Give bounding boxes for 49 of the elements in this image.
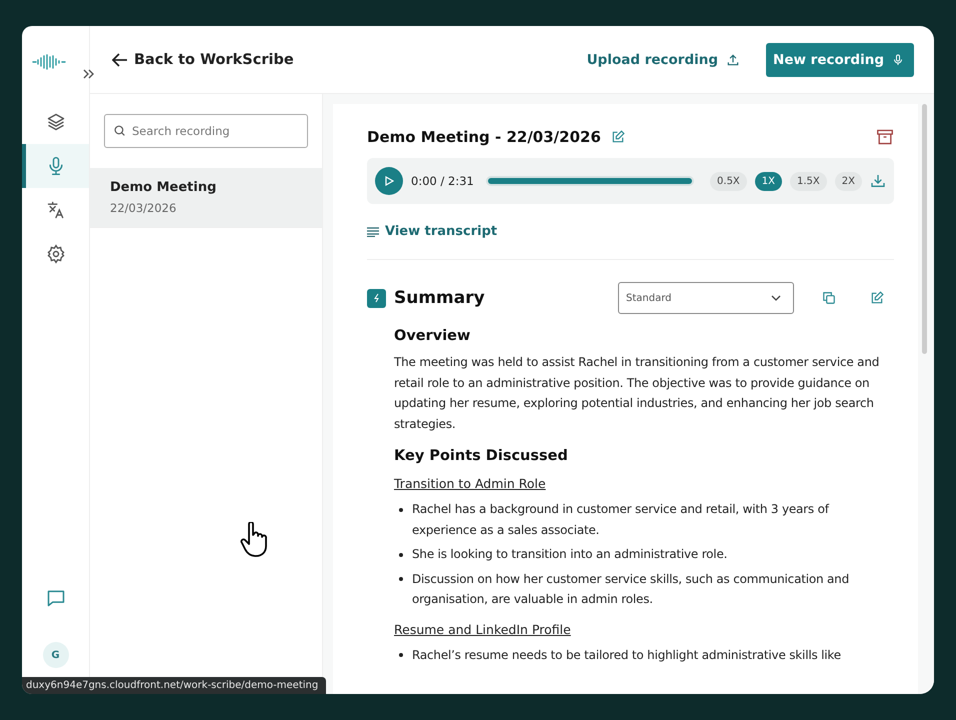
- speed-chip[interactable]: 1.5X: [790, 172, 827, 190]
- recording-date: 22/03/2026: [110, 201, 178, 215]
- playback-time: 0:00 / 2:31: [411, 174, 474, 188]
- edit-icon[interactable]: [870, 291, 884, 305]
- overview-paragraph: The meeting was held to assist Rachel in transitioning from a customer service and retail role to an administrative position. The objective was to provide guidance on updating her resume, exploring potential industries, and enhancing her job search strategies.: [394, 354, 880, 432]
- speed-chip[interactable]: 1X: [754, 172, 782, 190]
- edit-icon[interactable]: [610, 130, 625, 144]
- key-points-heading: Key Points Discussed: [394, 448, 569, 464]
- section-heading: Transition to Admin Role: [394, 476, 547, 491]
- bullet-text: Rachel’s resume needs to be tailored to highlight administrative skills like: [412, 646, 841, 664]
- nav-item[interactable]: [22, 144, 89, 188]
- sparkle-icon: [367, 288, 386, 308]
- back-link[interactable]: Back to WorkScribe: [112, 52, 294, 68]
- recording-title: Demo Meeting: [110, 180, 218, 195]
- hand-cursor-icon: [240, 522, 268, 558]
- bullet-text: Discussion on how her customer service skills, such as communication and organisation, are valuable in admin roles.: [412, 570, 850, 608]
- chevron-down-icon: [771, 295, 781, 301]
- new-recording-button[interactable]: New recording: [766, 42, 914, 76]
- settings-icon: [46, 244, 66, 264]
- bullet-text: She is looking to transition into an administrative role.: [412, 546, 728, 563]
- search-icon: [113, 124, 126, 137]
- archive-icon[interactable]: [876, 129, 894, 145]
- speed-chip[interactable]: 0.5X: [710, 172, 747, 190]
- status-url: duxy6n94e7gns.cloudfront.net/work-scribe/demo-meeting: [22, 677, 326, 694]
- avatar[interactable]: G: [42, 642, 68, 668]
- search-field[interactable]: Search recording: [104, 114, 308, 148]
- play-button[interactable]: [375, 167, 403, 195]
- layers-icon: [46, 112, 66, 132]
- chat-icon[interactable]: [46, 588, 66, 608]
- double-chevron-icon[interactable]: [83, 69, 95, 79]
- upload-button[interactable]: Upload recording: [586, 52, 740, 68]
- arrow-left-icon: [112, 52, 128, 66]
- section-heading: Resume and LinkedIn Profile: [394, 622, 572, 636]
- speed-chip[interactable]: 2X: [834, 172, 862, 190]
- summary-heading: Summary: [394, 288, 485, 308]
- microphone-icon: [892, 52, 904, 68]
- upload-icon: [726, 52, 740, 66]
- translate-icon: [46, 200, 66, 220]
- copy-icon[interactable]: [822, 291, 836, 305]
- lines-icon: [367, 226, 379, 236]
- bullet-text: Rachel has a background in customer service and retail, with 3 years of experience as a sales associate.: [412, 501, 830, 538]
- play-icon: [384, 176, 394, 186]
- download-icon[interactable]: [870, 173, 886, 189]
- recording-item[interactable]: Demo Meeting 22/03/2026: [90, 168, 322, 228]
- recording-title: Demo Meeting - 22/03/2026: [367, 128, 601, 146]
- view-transcript-link[interactable]: View transcript: [367, 224, 498, 239]
- overview-heading: Overview: [394, 328, 472, 344]
- summary-type-dropdown[interactable]: Standard: [618, 282, 794, 314]
- waveform-logo-icon: [32, 54, 66, 70]
